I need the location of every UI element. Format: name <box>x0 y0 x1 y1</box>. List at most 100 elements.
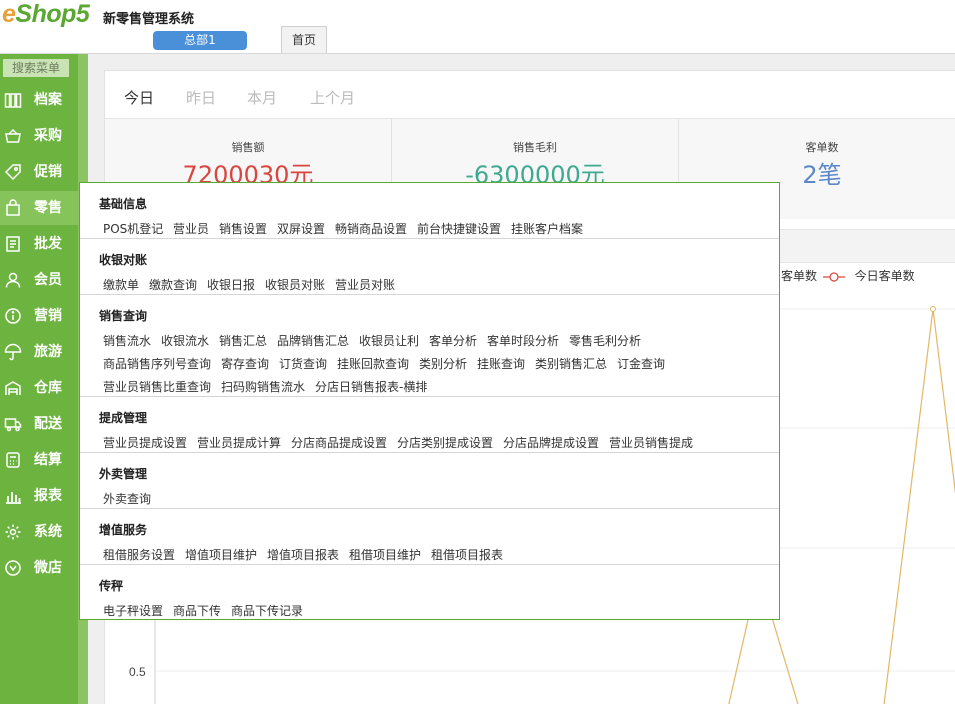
sidebar-item-microshop[interactable]: 微店 <box>0 551 78 585</box>
gear-icon <box>5 524 21 540</box>
menu-item[interactable]: 商品销售序列号查询 <box>103 355 211 372</box>
sidebar-item-travel[interactable]: 旅游 <box>0 335 78 369</box>
menu-item[interactable]: 寄存查询 <box>221 355 269 372</box>
truck-icon <box>4 418 22 432</box>
menu-item[interactable]: 外卖查询 <box>103 490 151 507</box>
menu-item[interactable]: 客单时段分析 <box>487 332 559 349</box>
menu-item[interactable]: 分店品牌提成设置 <box>503 434 599 451</box>
shopping-bag-icon <box>6 199 20 216</box>
umbrella-icon <box>4 343 22 361</box>
menu-item[interactable]: 营业员对账 <box>335 276 395 293</box>
menu-item[interactable]: 客单分析 <box>429 332 477 349</box>
menu-search-input[interactable]: 搜索菜单 <box>3 59 69 77</box>
series-line <box>728 610 799 704</box>
shop-icon <box>5 560 21 576</box>
sidebar-item-promotion[interactable]: 促销 <box>0 155 78 189</box>
menu-item[interactable]: 前台快捷键设置 <box>417 220 501 237</box>
sidebar: 搜索菜单 档案 采购 促销 零售 批发 会员 营销 旅游 仓库 配送 结算 报表… <box>0 54 78 704</box>
sidebar-item-warehouse[interactable]: 仓库 <box>0 371 78 405</box>
sidebar-item-retail[interactable]: 零售 <box>0 191 78 225</box>
menu-item[interactable]: 订货查询 <box>279 355 327 372</box>
archive-icon <box>4 93 22 108</box>
menu-item[interactable]: 电子秤设置 <box>103 602 163 619</box>
menu-section-title: 销售查询 <box>99 309 148 323</box>
menu-section-title: 传秤 <box>99 579 124 593</box>
menu-item[interactable]: 订金查询 <box>617 355 665 372</box>
sidebar-item-label: 档案 <box>34 92 62 108</box>
menu-item[interactable]: 挂账客户档案 <box>511 220 583 237</box>
menu-item[interactable]: 收银员对账 <box>265 276 325 293</box>
menu-item[interactable]: 销售汇总 <box>219 332 267 349</box>
sidebar-item-label: 批发 <box>34 236 62 252</box>
sidebar-item-archive[interactable]: 档案 <box>0 83 78 117</box>
sidebar-item-label: 旅游 <box>34 344 62 360</box>
calculator-icon <box>6 452 20 468</box>
menu-item[interactable]: 零售毛利分析 <box>569 332 641 349</box>
menu-item[interactable]: 营业员提成设置 <box>103 434 187 451</box>
sidebar-item-purchase[interactable]: 采购 <box>0 119 78 153</box>
menu-item[interactable]: 挂账查询 <box>477 355 525 372</box>
sidebar-item-label: 结算 <box>34 452 62 468</box>
menu-item[interactable]: 类别销售汇总 <box>535 355 607 372</box>
menu-item[interactable]: 缴款查询 <box>149 276 197 293</box>
menu-section-title: 提成管理 <box>99 411 148 425</box>
menu-item[interactable]: 双屏设置 <box>277 220 325 237</box>
menu-item[interactable]: 营业员提成计算 <box>197 434 281 451</box>
retail-dropdown-menu: 基础信息 POS机登记 营业员 销售设置 双屏设置 畅销商品设置 前台快捷键设置 挂账客户档案… <box>79 182 780 620</box>
tag-icon <box>4 164 21 181</box>
menu-item[interactable]: 畅销商品设置 <box>335 220 407 237</box>
person-icon <box>5 272 21 288</box>
series-line <box>883 308 955 704</box>
menu-item[interactable]: 类别分析 <box>419 355 467 372</box>
menu-item[interactable]: POS机登记 <box>103 220 163 237</box>
menu-item[interactable]: 租借项目维护 <box>349 546 421 563</box>
menu-item[interactable]: 挂账回款查询 <box>337 355 409 372</box>
menu-item[interactable]: 增值项目维护 <box>185 546 257 563</box>
sidebar-item-label: 配送 <box>34 416 62 432</box>
receipt-icon <box>6 236 20 252</box>
menu-item[interactable]: 缴款单 <box>103 276 139 293</box>
menu-section: 增值服务租借服务设置 增值项目维护 增值项目报表 租借项目维护 租借项目报表 <box>80 508 779 564</box>
menu-item[interactable]: 租借项目报表 <box>431 546 503 563</box>
sidebar-item-settlement[interactable]: 结算 <box>0 443 78 477</box>
menu-item[interactable]: 营业员销售比重查询 <box>103 378 211 395</box>
sidebar-item-wholesale[interactable]: 批发 <box>0 227 78 261</box>
data-point <box>930 306 936 312</box>
menu-item[interactable]: 销售流水 <box>103 332 151 349</box>
menu-item[interactable]: 品牌销售汇总 <box>277 332 349 349</box>
sidebar-item-label: 系统 <box>34 524 62 540</box>
menu-section-title: 外卖管理 <box>99 467 148 481</box>
eshop5-logo: eShop5 <box>2 0 90 28</box>
sidebar-item-label: 微店 <box>34 560 62 576</box>
sidebar-item-label: 仓库 <box>34 380 62 396</box>
menu-item[interactable]: 营业员 <box>173 220 209 237</box>
menu-item[interactable]: 营业员销售提成 <box>609 434 693 451</box>
sidebar-item-member[interactable]: 会员 <box>0 263 78 297</box>
menu-item[interactable]: 收银员让利 <box>359 332 419 349</box>
menu-item[interactable]: 商品下传记录 <box>231 602 303 619</box>
sidebar-item-marketing[interactable]: 营销 <box>0 299 78 333</box>
menu-item[interactable]: 销售设置 <box>219 220 267 237</box>
menu-item[interactable]: 扫码购销售流水 <box>221 378 305 395</box>
sidebar-item-label: 促销 <box>34 164 62 180</box>
menu-section-title: 增值服务 <box>99 523 148 537</box>
branch-selector[interactable]: 总部1 <box>153 31 247 50</box>
menu-section: 收银对账 缴款单 缴款查询 收银日报 收银员对账 营业员对账 <box>80 238 779 294</box>
menu-item[interactable]: 分店日销售报表-横排 <box>315 378 427 395</box>
sidebar-item-delivery[interactable]: 配送 <box>0 407 78 441</box>
menu-item[interactable]: 收银日报 <box>207 276 255 293</box>
menu-section: 传秤电子秤设置 商品下传 商品下传记录 <box>80 564 779 620</box>
menu-item[interactable]: 收银流水 <box>161 332 209 349</box>
menu-item[interactable]: 商品下传 <box>173 602 221 619</box>
menu-item[interactable]: 增值项目报表 <box>267 546 339 563</box>
sidebar-item-label: 采购 <box>34 128 62 144</box>
tab-home[interactable]: 首页 <box>281 26 327 54</box>
menu-item[interactable]: 租借服务设置 <box>103 546 175 563</box>
menu-item[interactable]: 分店商品提成设置 <box>291 434 387 451</box>
y-tick-label: 0.5 <box>129 665 146 679</box>
app-root: eShop5 新零售管理系统 总部1 首页 搜索菜单 档案 采购 促销 零售 批… <box>0 0 955 704</box>
sidebar-item-report[interactable]: 报表 <box>0 479 78 513</box>
sidebar-item-system[interactable]: 系统 <box>0 515 78 549</box>
info-icon <box>5 308 21 324</box>
menu-item[interactable]: 分店类别提成设置 <box>397 434 493 451</box>
